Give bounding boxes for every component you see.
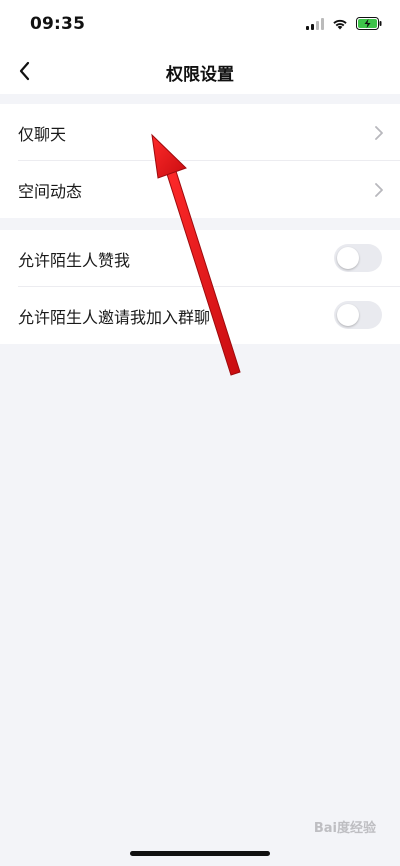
status-bar: 09:35 xyxy=(0,0,400,48)
list-item-label: 允许陌生人赞我 xyxy=(18,250,131,270)
list-item-label: 允许陌生人邀请我加入群聊 xyxy=(18,307,211,327)
list-item-label: 空间动态 xyxy=(18,181,83,201)
allow-stranger-invite-toggle[interactable] xyxy=(334,301,382,329)
list-item-space-feed[interactable]: 空间动态 xyxy=(0,161,400,218)
privacy-section: 仅聊天 空间动态 xyxy=(0,104,400,218)
nav-bar: 权限设置 xyxy=(0,48,400,94)
chevron-right-icon xyxy=(375,183,383,197)
watermark: Bai度经验 xyxy=(313,821,376,836)
toggle-knob xyxy=(337,304,359,326)
list-item-allow-stranger-like: 允许陌生人赞我 xyxy=(0,230,400,287)
list-item-label: 仅聊天 xyxy=(18,124,67,144)
toggle-knob xyxy=(337,247,359,269)
status-time: 09:35 xyxy=(30,14,86,34)
signal-icon xyxy=(306,15,324,34)
chevron-right-icon xyxy=(375,126,383,140)
status-icons xyxy=(306,16,382,32)
allow-stranger-like-toggle[interactable] xyxy=(334,244,382,272)
list-item-allow-stranger-invite: 允许陌生人邀请我加入群聊 xyxy=(0,287,400,344)
battery-charging-icon xyxy=(356,15,382,34)
stranger-section: 允许陌生人赞我 允许陌生人邀请我加入群聊 xyxy=(0,230,400,344)
list-item-chat-only[interactable]: 仅聊天 xyxy=(0,104,400,161)
home-indicator[interactable] xyxy=(130,851,270,856)
page-title: 权限设置 xyxy=(166,65,234,85)
wifi-icon xyxy=(332,15,348,34)
